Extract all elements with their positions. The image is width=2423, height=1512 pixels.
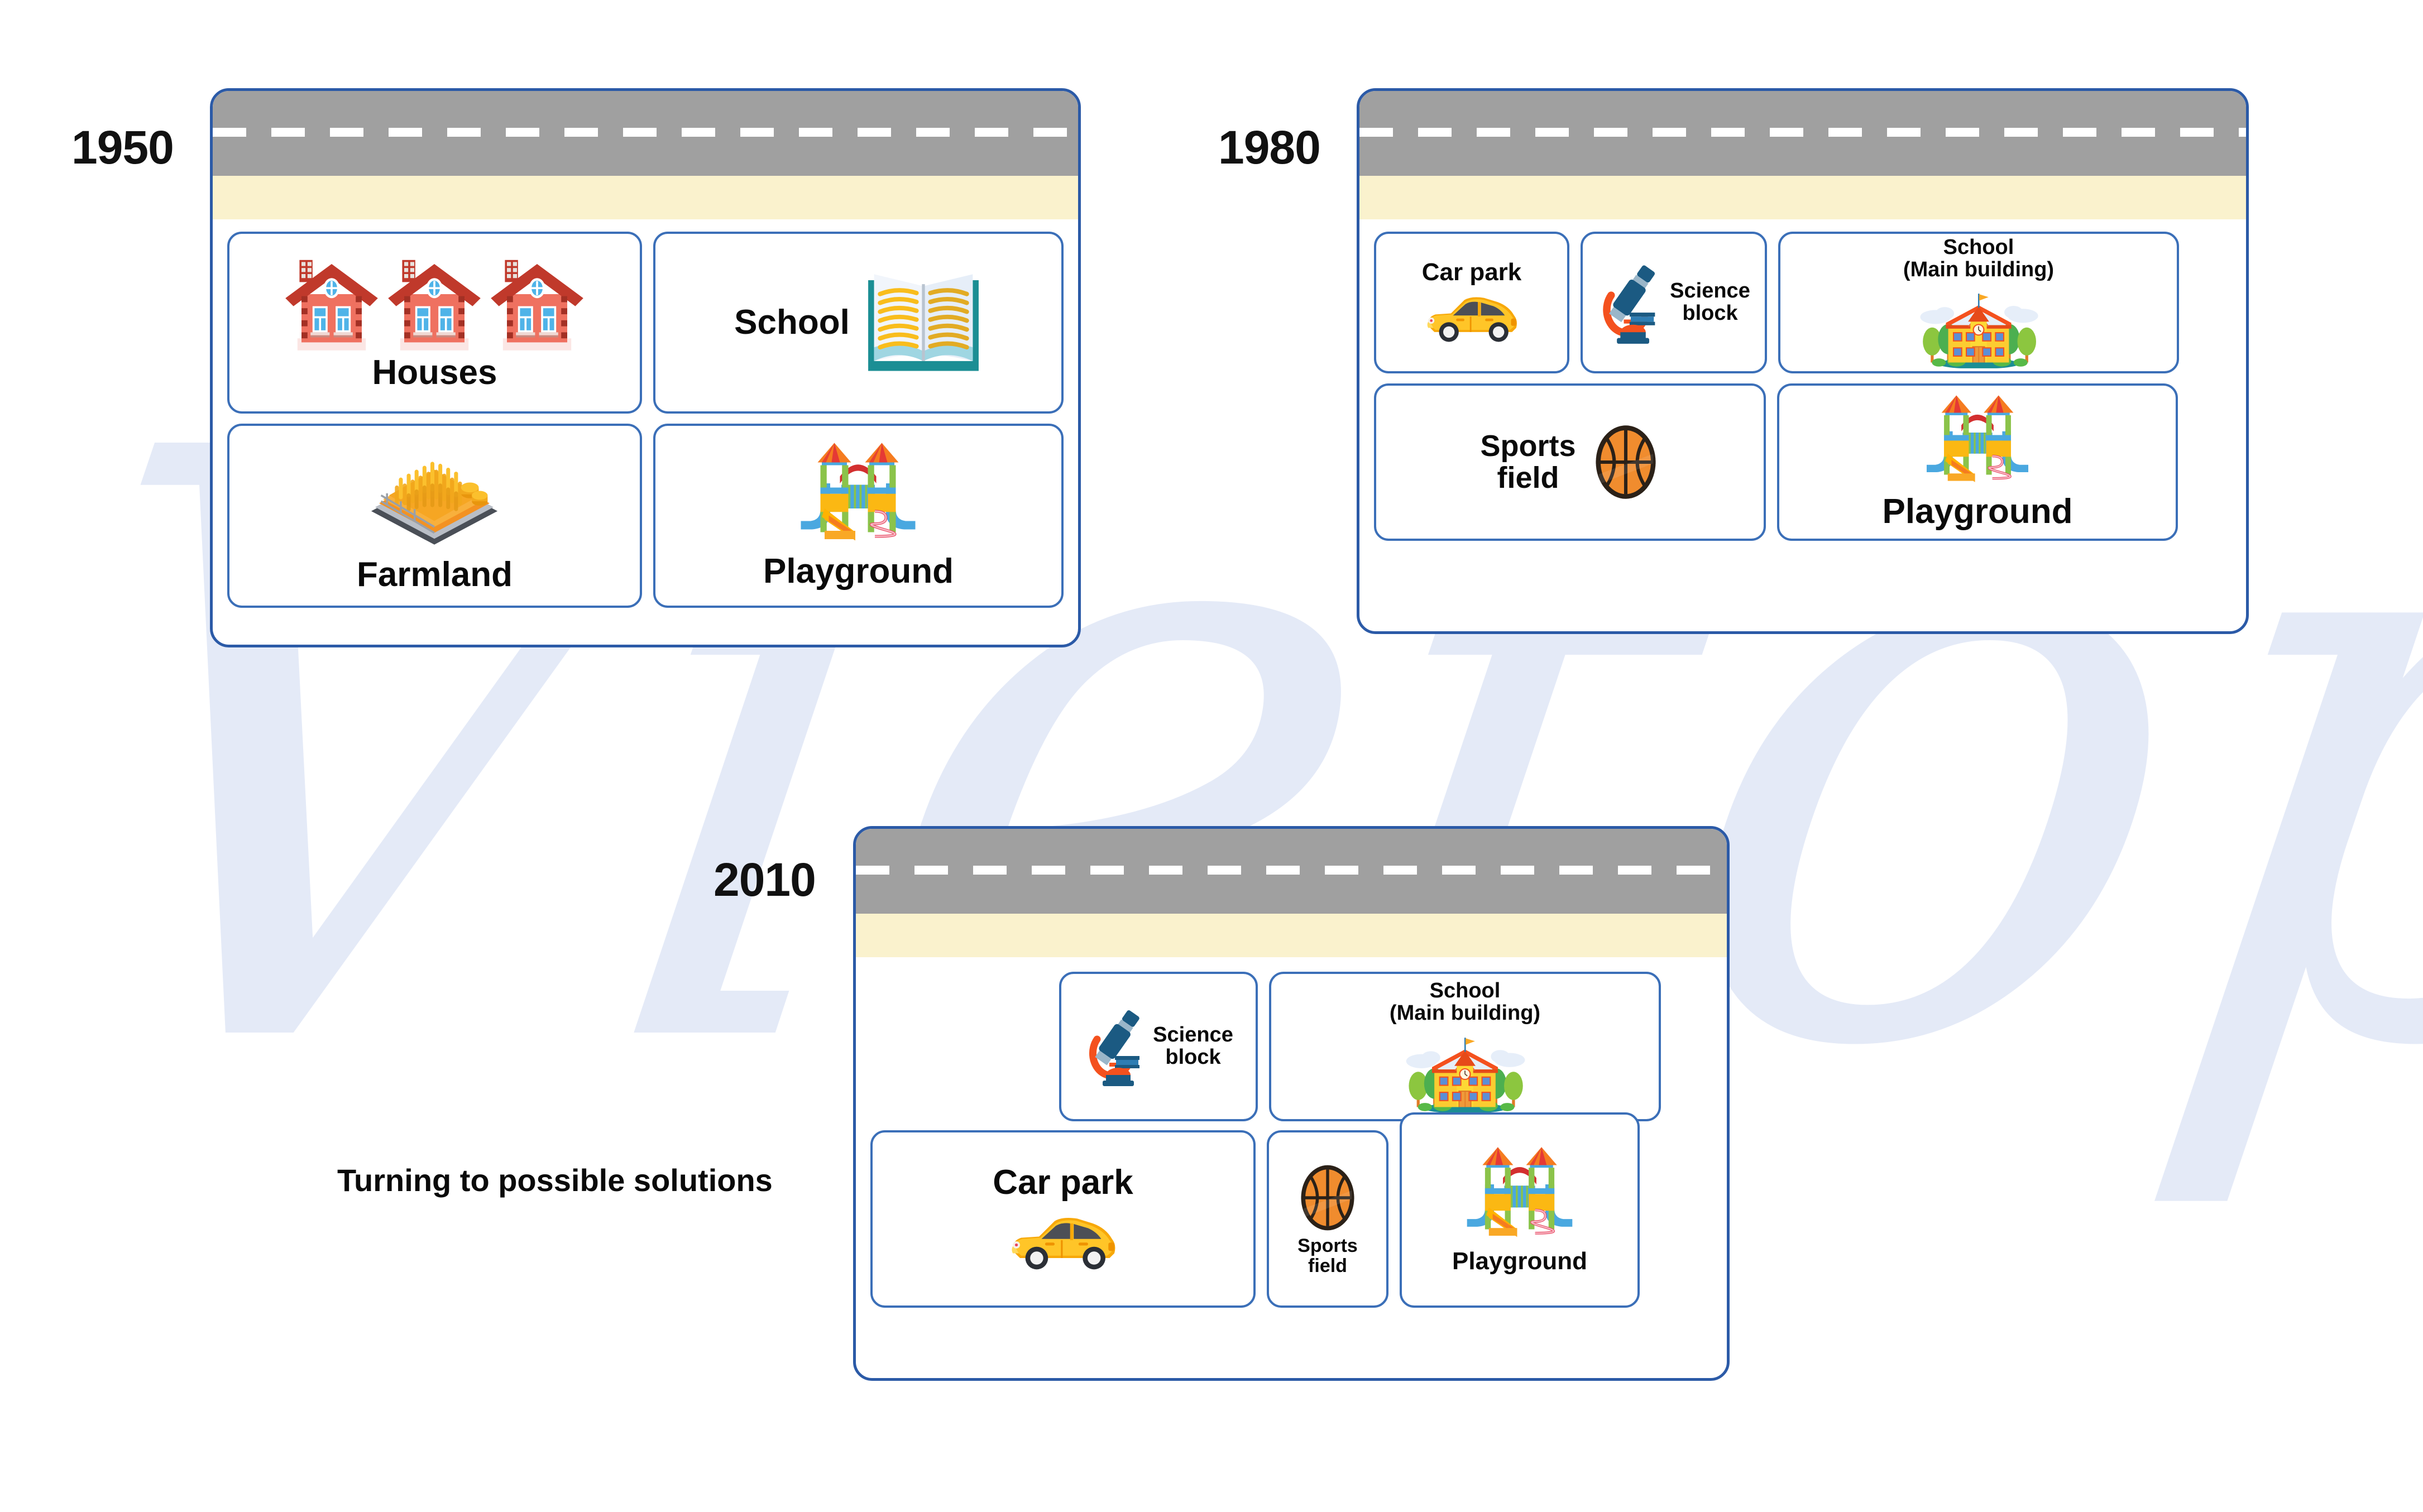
- cell-science-block[interactable]: Science block: [1581, 232, 1767, 373]
- microscope-icon: [1084, 1005, 1151, 1088]
- year-label-2010: 2010: [714, 853, 816, 906]
- playground-icon: [788, 441, 928, 553]
- cell-playground[interactable]: Playground: [1777, 383, 2178, 541]
- open-book-icon: [864, 268, 983, 377]
- playground-icon: [1455, 1146, 1584, 1249]
- school-building-icon: [1400, 1025, 1530, 1113]
- cell-sports-field[interactable]: Sports field: [1267, 1130, 1388, 1308]
- cell-label: Playground: [1882, 492, 2073, 531]
- cell-car-park[interactable]: Car park: [870, 1130, 1256, 1308]
- cell-science-block[interactable]: Science block: [1059, 972, 1258, 1121]
- verge-1980: [1359, 176, 2246, 219]
- yellow-car-icon: [1420, 289, 1524, 345]
- year-label-1980: 1980: [1218, 121, 1321, 174]
- cell-label: Science block: [1670, 279, 1750, 325]
- cell-playground[interactable]: Playground: [653, 424, 1064, 608]
- cell-label: School (Main building): [1389, 979, 1541, 1025]
- playground-icon: [1916, 394, 2039, 493]
- cell-school-main[interactable]: School (Main building): [1269, 972, 1661, 1121]
- cell-label: Sports field: [1297, 1235, 1358, 1276]
- panel-1950: Houses School Farmland Playground: [210, 88, 1081, 647]
- cell-sports-field[interactable]: Sports field: [1374, 383, 1766, 541]
- cell-playground[interactable]: Playground: [1400, 1112, 1640, 1308]
- farmland-icon: [365, 438, 504, 556]
- houses-icon: [281, 254, 382, 354]
- panel-2010: Science block School (Main building) Car…: [853, 826, 1730, 1381]
- cell-farmland[interactable]: Farmland: [227, 424, 642, 608]
- road-center-line: [213, 128, 1078, 137]
- basketball-icon: [1592, 421, 1660, 503]
- houses-icon-group: [281, 254, 587, 354]
- panel-1980: Car park Science block School (Main buil…: [1357, 88, 2249, 634]
- road-center-line: [856, 866, 1727, 875]
- microscope-icon: [1597, 260, 1667, 346]
- basketball-icon: [1297, 1161, 1358, 1234]
- houses-icon: [487, 254, 587, 354]
- school-building-icon: [1914, 281, 2043, 368]
- verge-1950: [213, 176, 1078, 219]
- cell-label: Houses: [372, 353, 497, 392]
- cell-label: School: [734, 303, 850, 342]
- verge-2010: [856, 914, 1727, 957]
- cell-label: Sports field: [1480, 429, 1576, 495]
- cell-label: School (Main building): [1903, 235, 2055, 281]
- houses-icon: [384, 254, 485, 354]
- cell-car-park[interactable]: Car park: [1374, 232, 1569, 373]
- cell-houses[interactable]: Houses: [227, 232, 642, 414]
- road-1980: [1359, 91, 2246, 176]
- solutions-note: Turning to possible solutions: [337, 1163, 773, 1198]
- cell-label: Playground: [1452, 1247, 1588, 1275]
- cell-label: Playground: [763, 552, 954, 591]
- cell-school-main[interactable]: School (Main building): [1778, 232, 2179, 373]
- cell-school[interactable]: School: [653, 232, 1064, 414]
- cell-label: Car park: [1421, 258, 1522, 286]
- cell-label: Farmland: [356, 555, 513, 594]
- road-1950: [213, 91, 1078, 176]
- yellow-car-icon: [1003, 1208, 1123, 1274]
- road-center-line: [1359, 128, 2246, 137]
- cell-label: Science block: [1153, 1023, 1233, 1069]
- road-2010: [856, 829, 1727, 914]
- cell-label: Car park: [993, 1163, 1133, 1202]
- year-label-1950: 1950: [71, 121, 174, 174]
